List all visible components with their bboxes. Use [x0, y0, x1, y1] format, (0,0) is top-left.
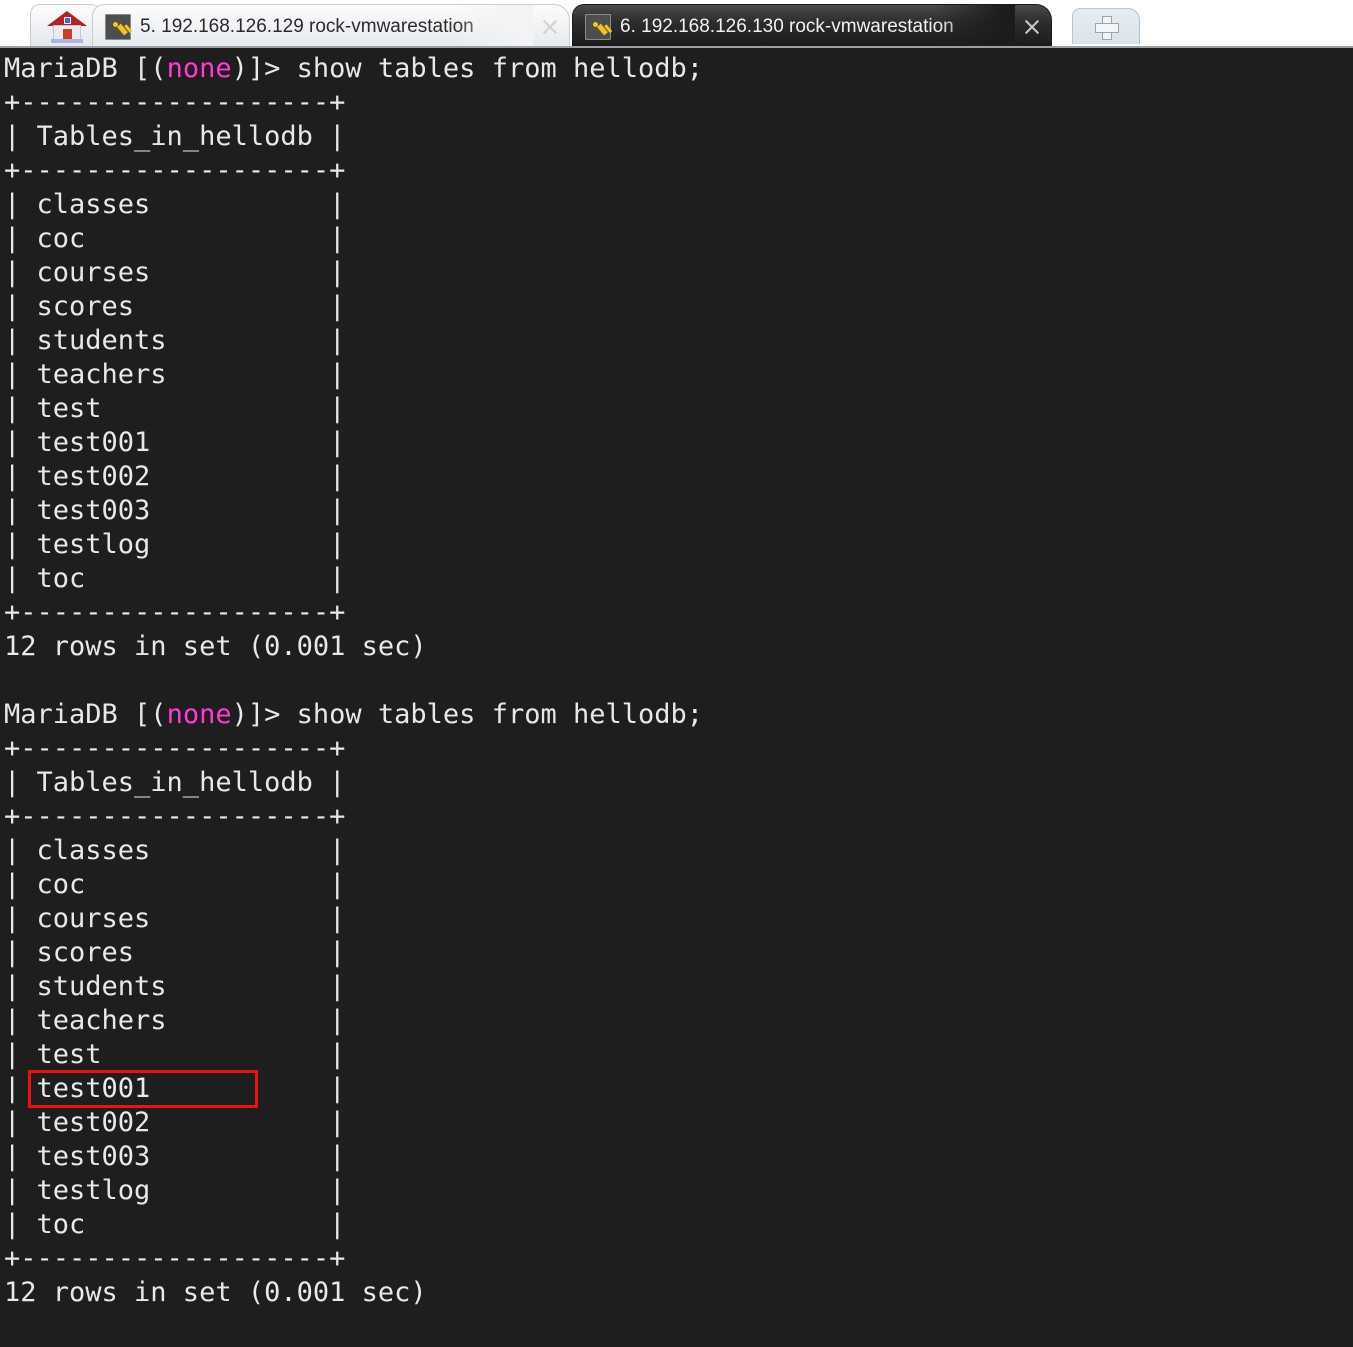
prompt-suffix: )]> — [231, 53, 297, 84]
table-row: | scores | — [4, 937, 346, 968]
tab-label: 5. 192.168.126.129 rock-vmwarestation — [140, 5, 533, 46]
table-row: | classes | — [4, 835, 346, 866]
table-row: | test001 | — [4, 427, 346, 458]
table-header: | Tables_in_hellodb | — [4, 767, 346, 798]
prompt-line: MariaDB [(none)]> show tables from hello… — [4, 52, 1353, 86]
table-row: | testlog | — [4, 529, 346, 560]
table-row: | test003 | — [4, 1141, 346, 1172]
table-separator-bottom: +-------------------+ — [4, 1243, 346, 1274]
result-footer: 12 rows in set (0.001 sec) — [4, 1277, 427, 1308]
table-row: | test002 | — [4, 461, 346, 492]
table-row: | teachers | — [4, 1005, 346, 1036]
tab-session-6[interactable]: 6. 192.168.126.130 rock-vmwarestation — [572, 4, 1052, 46]
plus-icon — [1095, 15, 1119, 40]
table-row: | courses | — [4, 903, 346, 934]
tab-bar: 5. 192.168.126.129 rock-vmwarestation 6.… — [0, 0, 1353, 48]
table-row: | coc | — [4, 223, 346, 254]
table-row: | teachers | — [4, 359, 346, 390]
prompt-db: none — [166, 53, 232, 84]
close-icon[interactable] — [537, 14, 563, 40]
table-row: | classes | — [4, 189, 346, 220]
prompt-db: none — [166, 699, 232, 730]
close-icon[interactable] — [1019, 14, 1045, 40]
prompt-prefix: MariaDB [( — [4, 53, 167, 84]
table-row: | toc | — [4, 1209, 346, 1240]
table-separator-bottom: +-------------------+ — [4, 597, 346, 628]
tab-label: 6. 192.168.126.130 rock-vmwarestation — [620, 5, 1015, 46]
table-row-highlighted: | test001 | — [4, 1073, 346, 1104]
table-row: | testlog | — [4, 1175, 346, 1206]
table-row: | test | — [4, 1039, 346, 1070]
key-icon — [585, 13, 611, 40]
new-tab-button[interactable] — [1072, 8, 1140, 44]
table-row: | test002 | — [4, 1107, 346, 1138]
command-text: show tables from hellodb; — [296, 53, 704, 84]
result-footer: 12 rows in set (0.001 sec) — [4, 631, 427, 662]
table-row: | students | — [4, 325, 346, 356]
table-row: | coc | — [4, 869, 346, 900]
table-separator-top: +-------------------+ — [4, 87, 346, 118]
table-separator-top: +-------------------+ — [4, 733, 346, 764]
table-row: | test003 | — [4, 495, 346, 526]
terminal-output[interactable]: MariaDB [(none)]> show tables from hello… — [0, 48, 1353, 1347]
prompt-suffix: )]> — [231, 699, 297, 730]
table-separator-mid: +-------------------+ — [4, 801, 346, 832]
prompt-prefix: MariaDB [( — [4, 699, 167, 730]
house-icon — [47, 10, 87, 43]
command-text: show tables from hellodb; — [296, 699, 704, 730]
table-row: | students | — [4, 971, 346, 1002]
table-row: | courses | — [4, 257, 346, 288]
table-row: | toc | — [4, 563, 346, 594]
prompt-line: MariaDB [(none)]> show tables from hello… — [4, 698, 1353, 732]
table-separator-mid: +-------------------+ — [4, 155, 346, 186]
table-row: | test | — [4, 393, 346, 424]
key-icon — [105, 13, 131, 40]
table-header: | Tables_in_hellodb | — [4, 121, 346, 152]
table-row: | scores | — [4, 291, 346, 322]
tab-session-5[interactable]: 5. 192.168.126.129 rock-vmwarestation — [92, 4, 570, 46]
